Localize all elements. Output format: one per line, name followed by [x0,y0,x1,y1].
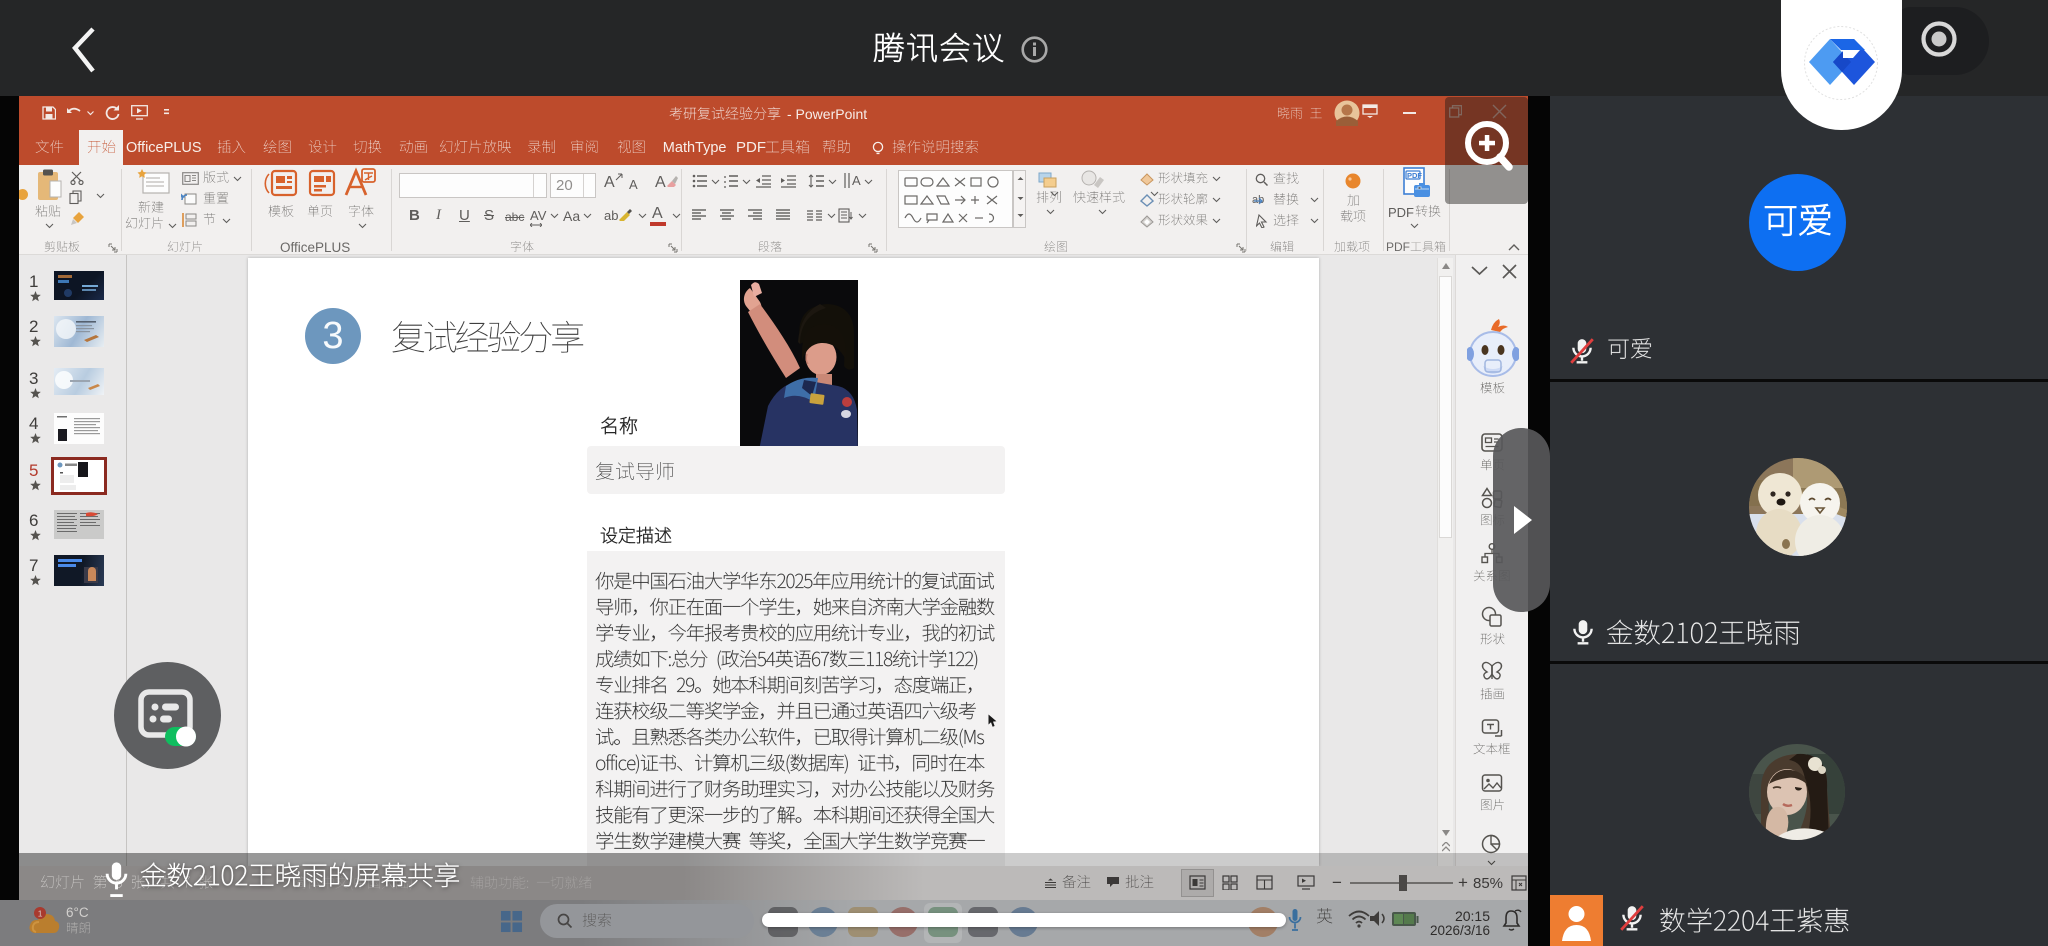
svg-text:A: A [852,173,861,188]
svg-text:PDF: PDF [1407,171,1422,180]
svg-text:1: 1 [38,908,43,918]
